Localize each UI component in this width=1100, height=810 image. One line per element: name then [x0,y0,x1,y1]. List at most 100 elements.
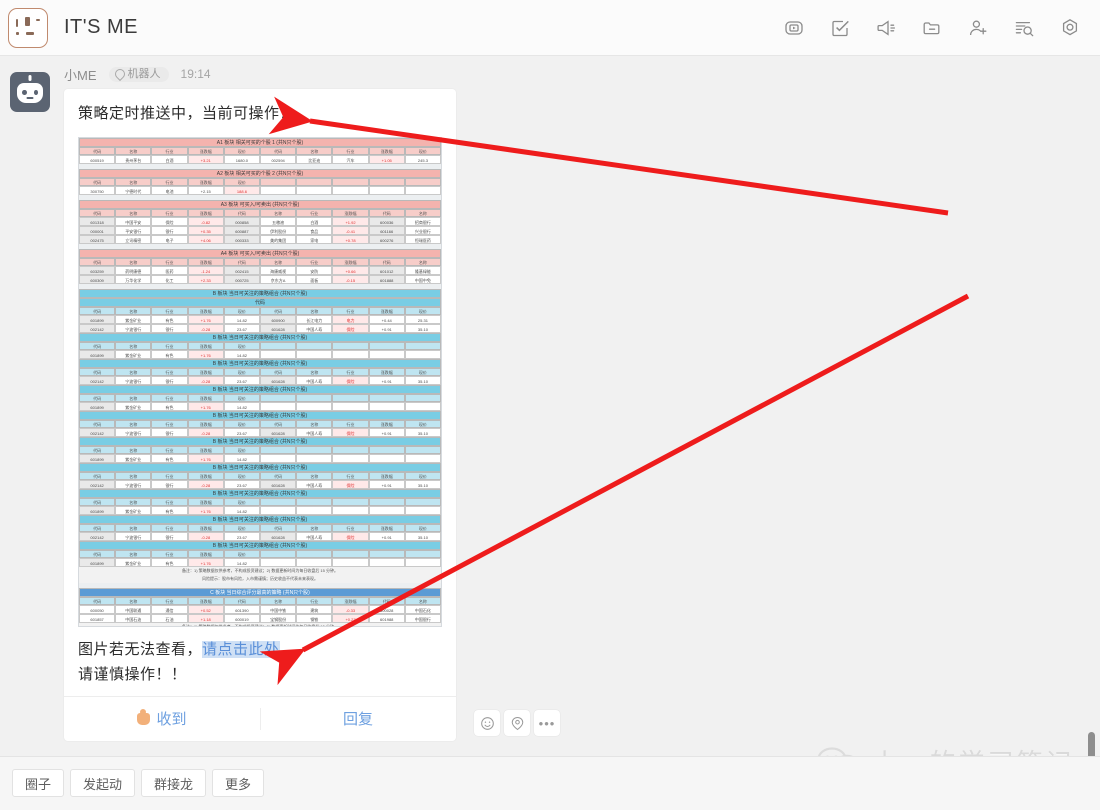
table-row: 601899 紫金矿业 有色 +1.76 14.82 [79,505,441,515]
group-avatar[interactable] [8,7,48,48]
table-row: 002142 宁波银行 银行 -0.28 23.67 601628 中国人寿 保险 +0… [79,323,441,333]
message-timestamp: 19:14 [180,67,211,81]
table-header-row: 代码 名称 行业 涨跌幅 现价 代码 名称 行业 涨跌幅 现价 [79,471,441,480]
table-subband-title: B 板块 当日可关注的策略组合 (共N只个股) [79,462,441,472]
table-header-row: 代码 名称 行业 涨跌幅 现价 代码 名称 行业 涨跌幅 现价 [79,367,441,376]
table-header-row: 代码 名称 行业 涨跌幅 代码 名称 行业 涨跌幅 代码 名称 [79,208,441,217]
page-title: IT'S ME [64,16,138,38]
bottom-chip-group: 圈子 发起动 群接龙 更多 [12,769,265,797]
add-member-icon[interactable] [966,16,990,40]
message-link-line: 图片若无法查看，请点击此处 [78,637,442,663]
reply-button[interactable]: 回复 [260,697,456,741]
table-band-title: B 板块 当日可关注的策略组合 (共N只个股) [79,288,441,298]
circle-chip[interactable]: 圈子 [12,769,65,797]
table-band-title: A4 板块 可买入/可卖出 (共N只个股) [79,248,441,258]
table-band-title: A1 板块 相关可买的个股 1 (共N只个股) [79,137,441,147]
bot-badge: 机器人 [108,66,169,82]
table-row: 600309 万华化学 化工 +2.33 000725 京东方A 面板 -0.15 60… [79,274,441,284]
table-header-row: 代码 名称 行业 涨跌幅 代码 名称 行业 涨跌幅 代码 名称 [79,257,441,266]
more-actions-button[interactable]: ••• [534,710,560,736]
search-record-icon[interactable] [1012,16,1036,40]
chat-message: 小ME 机器人 19:14 策略定时推送中，当前可操作： A1 板块 相关可买的… [10,64,456,741]
table-header-row: 代码 名称 行业 涨跌幅 现价 [79,549,441,558]
emoji-reaction-button[interactable] [474,710,500,736]
table-row: 002142 宁波银行 银行 -0.28 23.67 601628 中国人寿 保险 +0… [79,531,441,541]
group-relay-chip[interactable]: 群接龙 [141,769,207,797]
table-row: 002475 立讯精密 电子 +4.06 000333 美的集团 家电 +0.78 60… [79,234,441,244]
table-row: 600050 中国联通 通信 +0.52 601390 中国中铁 建筑 -0.33 60… [79,604,441,614]
received-button[interactable]: 收到 [64,697,260,741]
bot-badge-dot-icon [112,66,127,82]
table-header-row: 代码 名称 行业 涨跌幅 现价 [79,393,441,402]
table-note: 备注：1) 策略数据仅供参考，不构成投资建议；2) 数据更新时间为每日收盘后 1… [79,566,441,575]
table-header-row: 代码 名称 行业 涨跌幅 代码 名称 行业 涨跌幅 代码 名称 [79,596,441,605]
message-meta: 小ME 机器人 19:14 [64,64,456,84]
table-header-row: 代码 名称 行业 涨跌幅 现价 [79,445,441,454]
more-chip[interactable]: 更多 [212,769,265,797]
message-hover-actions: ••• [474,710,560,736]
table-band-title: C 板块 当日综合评分最高的策略 (共N只个股) [79,587,441,597]
table-header-row: 代码 名称 行业 涨跌幅 现价 [79,341,441,350]
robot-eye-right [33,89,38,95]
message-bubble: 策略定时推送中，当前可操作： A1 板块 相关可买的个股 1 (共N只个股) 代… [64,89,456,741]
table-row: 000001 平安银行 银行 +0.35 600887 伊利股份 食品 -0.41 60… [79,225,441,235]
robot-antenna [28,75,32,81]
table-row: 601857 中国石油 石油 +1.18 600019 宝钢股份 钢铁 +0.27 60… [79,613,441,623]
table-subband-title: 代码 [79,297,441,307]
settings-gear-icon[interactable] [1058,16,1082,40]
sender-name: 小ME [64,67,97,83]
screen-share-icon[interactable] [782,16,806,40]
table-header-row: 代码 名称 行业 涨跌幅 现价 代码 名称 行业 涨跌幅 现价 [79,306,441,315]
table-screenshot-attachment[interactable]: A1 板块 相关可买的个股 1 (共N只个股) 代码 名称 行业 涨跌幅 现价 代码 … [78,136,442,627]
table-row: 601899 紫金矿业 有色 +1.76 14.82 [79,557,441,567]
table-band-title: A3 板块 可买入/可卖出 (共N只个股) [79,199,441,209]
table-row: 002142 宁波银行 银行 -0.28 23.67 601628 中国人寿 保险 +0… [79,479,441,489]
table-header-row: 代码 名称 行业 涨跌幅 现价 [79,177,441,186]
group-grid-icon [15,16,41,39]
message-text-line-1: 策略定时推送中，当前可操作： [78,105,296,122]
robot-mouth [26,96,34,100]
table-row: 600519 贵州茅台 白酒 +3.21 1680.0 002594 比亚迪 汽车 +1… [79,154,441,164]
robot-avatar-icon[interactable] [10,72,50,112]
table-row: 601899 紫金矿业 有色 +1.76 14.82 600900 长江电力 电力 +0… [79,314,441,324]
table-header-row: 代码 名称 行业 涨跌幅 现价 代码 名称 行业 涨跌幅 现价 [79,146,441,155]
table-subband-title: B 板块 当日可关注的策略组合 (共N只个股) [79,540,441,550]
table-row: 601318 中国平安 保险 -0.82 000858 五粮液 白酒 +1.92 600… [79,216,441,226]
more-dots-icon: ••• [538,715,556,731]
table-subband-title: B 板块 当日可关注的策略组合 (共N只个股) [79,332,441,342]
bot-badge-label: 机器人 [127,67,161,80]
robot-eye-left [22,89,27,95]
table-row: 601899 紫金矿业 有色 +1.76 14.82 [79,453,441,463]
table-subband-title: B 板块 当日可关注的策略组合 (共N只个股) [79,384,441,394]
received-button-label: 收到 [156,711,187,728]
robot-face [17,82,43,103]
table-row: 002142 宁波银行 银行 -0.28 23.67 601628 中国人寿 保险 +0… [79,375,441,385]
todo-check-icon[interactable] [828,16,852,40]
thumbs-up-icon [137,708,151,725]
message-caution-text: 请谨慎操作！！ [78,666,187,683]
chat-message-list: 小ME 机器人 19:14 策略定时推送中，当前可操作： A1 板块 相关可买的… [0,56,1100,756]
table-note: 备注：1) 策略数据仅供参考，不构成投资建议；2) 数据更新时间为每日收盘后 1… [79,622,441,626]
message-action-footer: 收到 回复 [64,695,456,741]
start-activity-chip[interactable]: 发起动 [70,769,136,797]
folder-icon[interactable] [920,16,944,40]
announcement-icon[interactable] [874,16,898,40]
header-icon-group [782,16,1082,40]
table-note: 风险提示：股市有风险，入市需谨慎；历史收益不代表未来表现。 [79,574,441,583]
pin-marker-button[interactable] [504,710,530,736]
vertical-scrollbar-track[interactable] [1088,56,1098,778]
link-prefix-text: 图片若无法查看， [78,640,203,658]
table-row: 603259 药明康德 医药 -1.24 002415 海康威视 安防 +0.66 60… [79,265,441,275]
table-band-title: A2 板块 相关可买的个股 2 (共N只个股) [79,168,441,178]
view-image-link[interactable]: 请点击此处 [202,640,280,658]
table-header-row: 代码 名称 行业 涨跌幅 现价 代码 名称 行业 涨跌幅 现价 [79,523,441,532]
table-header-row: 代码 名称 行业 涨跌幅 现价 [79,497,441,506]
table-subband-title: B 板块 当日可关注的策略组合 (共N只个股) [79,358,441,368]
chat-header: IT'S ME [0,0,1100,56]
table-row: 601899 紫金矿业 有色 +1.76 14.82 [79,401,441,411]
table-row: 601899 紫金矿业 有色 +1.76 14.82 [79,349,441,359]
table-row: 300750 宁德时代 电池 +2.15 188.6 [79,185,441,195]
bottom-toolbar: 圈子 发起动 群接龙 更多 [0,756,1100,810]
table-subband-title: B 板块 当日可关注的策略组合 (共N只个股) [79,514,441,524]
message-body: 小ME 机器人 19:14 策略定时推送中，当前可操作： A1 板块 相关可买的… [64,64,456,741]
